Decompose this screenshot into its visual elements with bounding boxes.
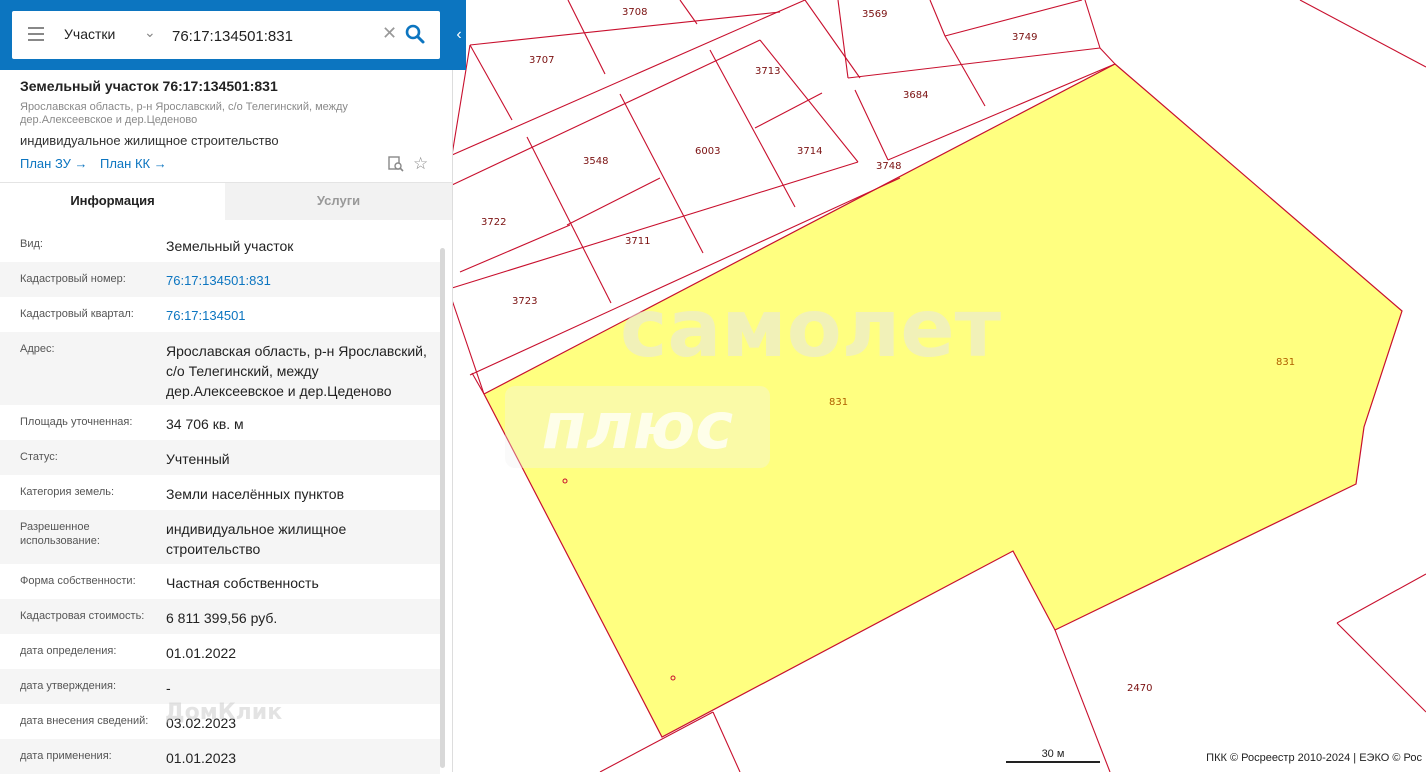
attribute-row: дата применения: 01.01.2023 <box>0 739 440 774</box>
search-bar: Участки ⌄ ✕ ‹ <box>0 0 466 70</box>
attribute-key: Площадь уточненная: <box>20 416 133 428</box>
attribute-value: Частная собственность <box>166 575 319 591</box>
search-input[interactable] <box>170 24 374 48</box>
plot-label: 3711 <box>625 236 650 247</box>
attribute-value: 6 811 399,56 руб. <box>166 610 278 626</box>
attribute-key: Форма собственности: <box>20 575 136 587</box>
parcel-address: Ярославская область, р-н Ярославский, с/… <box>20 101 348 126</box>
tab-services[interactable]: Услуги <box>225 183 452 220</box>
attribute-row: Разрешенное использование: индивидуально… <box>0 510 440 564</box>
plot-label: 3749 <box>1012 32 1037 43</box>
attribute-value: Ярославская область, р-н Ярославский, с/… <box>166 343 427 399</box>
attribute-row: Вид: Земельный участок <box>0 227 440 262</box>
plot-label: 3748 <box>876 161 901 172</box>
attribute-row: Площадь уточненная: 34 706 кв. м <box>0 405 440 440</box>
cadastral-number-link[interactable]: 76:17:134501:831 <box>166 271 438 291</box>
search-box: Участки ⌄ ✕ <box>12 11 440 59</box>
print-icon[interactable] <box>388 156 404 172</box>
scale-line <box>1006 761 1100 763</box>
attribute-row: Адрес: Ярославская область, р-н Ярославс… <box>0 332 440 405</box>
menu-icon[interactable] <box>28 27 44 41</box>
plot-label: 3708 <box>622 7 647 18</box>
attribute-row: дата утверждения: - <box>0 669 440 704</box>
plot-label: 3713 <box>755 66 780 77</box>
attribute-key: Категория земель: <box>20 486 115 498</box>
attribute-row: дата внесения сведений: 03.02.2023 <box>0 704 440 739</box>
tab-bar: Информация Услуги <box>0 183 452 220</box>
attribute-key: дата внесения сведений: <box>20 715 149 727</box>
parcel-title: Земельный участок 76:17:134501:831 <box>20 78 278 94</box>
collapse-panel-icon[interactable]: ‹ <box>452 20 466 50</box>
attribute-value: Учтенный <box>166 451 230 467</box>
attribute-value: - <box>166 680 171 696</box>
attribute-key: Адрес: <box>20 343 55 355</box>
attribute-key: Вид: <box>20 238 43 250</box>
attribute-key: дата определения: <box>20 645 117 657</box>
selected-parcel-831[interactable] <box>483 63 1403 738</box>
parcel-header: Земельный участок 76:17:134501:831 Яросл… <box>0 70 452 183</box>
attribute-row: Форма собственности: Частная собственнос… <box>0 564 440 599</box>
attributes-list: Вид: Земельный участок Кадастровый номер… <box>0 227 440 774</box>
layer-select[interactable]: Участки <box>64 26 115 42</box>
scrollbar[interactable] <box>440 248 445 768</box>
plot-label: 3723 <box>512 296 537 307</box>
selected-parcel-label: 831 <box>1276 357 1295 368</box>
plot-label: 3714 <box>797 146 822 157</box>
attribute-key: дата применения: <box>20 750 112 762</box>
attribute-key: Разрешенное использование: <box>20 521 100 547</box>
plan-kk-link[interactable]: План КК → <box>100 156 167 171</box>
plot-label: 3707 <box>529 55 554 66</box>
attribute-row: Кадастровый квартал: 76:17:134501 <box>0 297 440 332</box>
parcel-use: индивидуальное жилищное строительство <box>20 133 279 148</box>
plot-label: 3722 <box>481 217 506 228</box>
attribute-value: 01.01.2022 <box>166 645 237 661</box>
plot-label: 2470 <box>1127 683 1152 694</box>
tab-information[interactable]: Информация <box>0 183 225 220</box>
attribute-row: Статус: Учтенный <box>0 440 440 475</box>
attribute-row: Категория земель: Земли населённых пункт… <box>0 475 440 510</box>
attribute-row: Кадастровый номер: 76:17:134501:831 <box>0 262 440 297</box>
selected-parcel-label: 831 <box>829 397 848 408</box>
attribute-value: Земли населённых пунктов <box>166 486 345 502</box>
plan-zu-link[interactable]: План ЗУ → <box>20 156 88 171</box>
scale-label: 30 м <box>1041 748 1065 760</box>
attribute-key: Кадастровый номер: <box>20 273 126 285</box>
map-attribution: ПКК © Росреестр 2010-2024 | ЕЭКО © Рос <box>1204 752 1424 764</box>
plot-label: 3684 <box>903 90 928 101</box>
attribute-value: индивидуальное жилищное строительство <box>166 521 347 557</box>
scale-bar: 30 м <box>1006 748 1100 763</box>
favorite-star-icon[interactable]: ☆ <box>413 154 428 174</box>
attribute-key: дата утверждения: <box>20 680 117 692</box>
attribute-value: 01.01.2023 <box>166 750 237 766</box>
attribute-key: Кадастровая стоимость: <box>20 610 145 622</box>
plot-label: 6003 <box>695 146 720 157</box>
attribute-row: дата определения: 01.01.2022 <box>0 634 440 669</box>
info-panel: Земельный участок 76:17:134501:831 Яросл… <box>0 0 453 774</box>
attribute-value: 03.02.2023 <box>166 715 237 731</box>
attribute-value: 34 706 кв. м <box>166 416 244 432</box>
attribute-row: Кадастровая стоимость: 6 811 399,56 руб. <box>0 599 440 634</box>
plot-label: 3569 <box>862 9 887 20</box>
attribute-key: Кадастровый квартал: <box>20 308 134 320</box>
close-icon[interactable]: ✕ <box>382 23 397 44</box>
plot-label: 3548 <box>583 156 608 167</box>
attribute-key: Статус: <box>20 451 58 463</box>
attribute-value: Земельный участок <box>166 238 294 254</box>
chevron-down-icon[interactable]: ⌄ <box>144 24 156 41</box>
search-icon[interactable] <box>404 23 426 45</box>
cadastral-quarter-link[interactable]: 76:17:134501 <box>166 306 438 326</box>
